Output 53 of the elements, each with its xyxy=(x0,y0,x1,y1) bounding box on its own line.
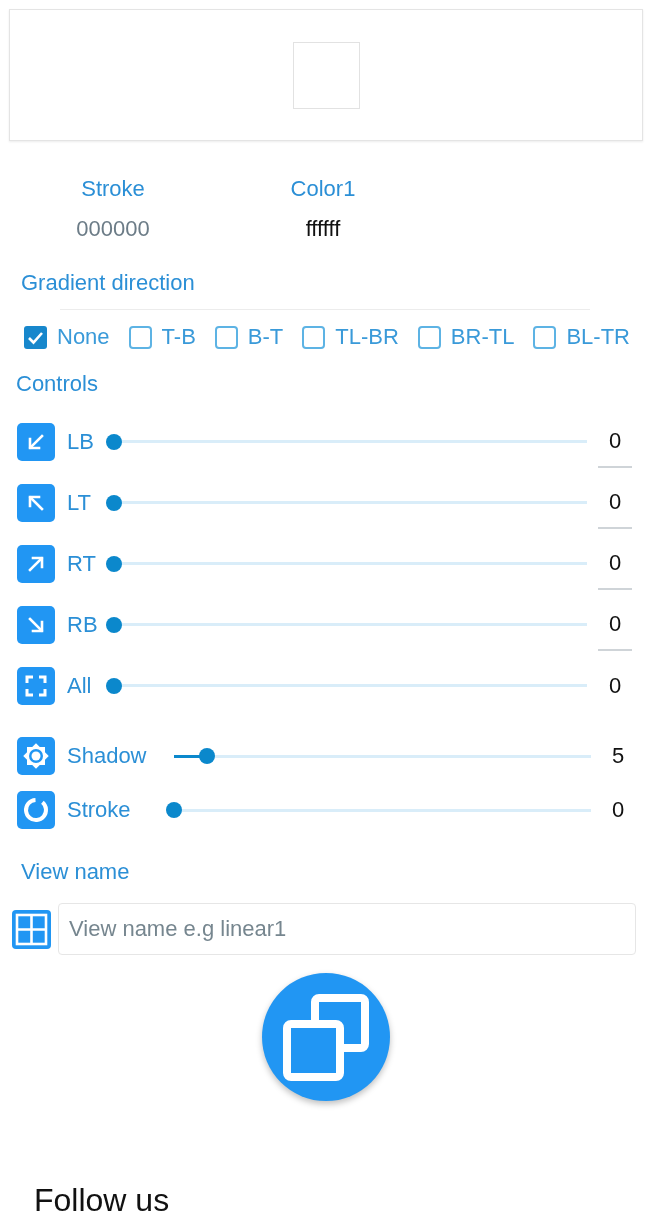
checkbox[interactable] xyxy=(302,325,326,349)
slider-label: All xyxy=(67,671,93,700)
arrow-up-left-icon xyxy=(17,483,55,522)
preview-swatch xyxy=(292,41,360,109)
slider-thumb[interactable] xyxy=(106,494,122,511)
value-text: 0 xyxy=(607,671,623,700)
option-label: TL-BR xyxy=(335,323,399,351)
checkbox[interactable] xyxy=(533,325,557,349)
value-field[interactable]: 0 xyxy=(598,537,632,590)
option-label: None xyxy=(57,323,110,351)
section-title: View name xyxy=(21,858,130,886)
value-text: 5 xyxy=(610,742,626,770)
slider-thumb[interactable] xyxy=(199,748,216,764)
ring-icon xyxy=(17,791,55,829)
checkbox[interactable] xyxy=(417,325,441,349)
footer-title: Follow us xyxy=(34,1181,170,1220)
section-title: Gradient direction xyxy=(21,269,195,297)
color-label: Stroke xyxy=(81,175,145,203)
slider-thumb[interactable] xyxy=(106,555,122,572)
color-field[interactable]: ffffff xyxy=(268,215,378,243)
sun-icon xyxy=(17,737,55,775)
slider-label: Shadow xyxy=(67,742,148,770)
value-field[interactable]: 0 xyxy=(598,598,632,651)
slider-thumb[interactable] xyxy=(106,616,122,633)
option-label: BL-TR xyxy=(566,323,630,351)
checkbox[interactable] xyxy=(214,325,238,349)
slider-label: RT xyxy=(67,549,97,578)
view-name-field[interactable]: View name e.g linear1 xyxy=(58,903,636,955)
corner-brackets-icon xyxy=(17,666,55,705)
overlapping-squares-icon xyxy=(283,993,369,1081)
slider-thumb[interactable] xyxy=(106,433,122,450)
color-field[interactable]: 000000 xyxy=(58,215,168,243)
slider-label: Stroke xyxy=(67,796,132,824)
value-field[interactable]: 0 xyxy=(598,415,632,468)
fab-button[interactable] xyxy=(262,973,390,1101)
section-title: Controls xyxy=(16,370,98,398)
slider-thumb[interactable] xyxy=(106,677,122,694)
option-label: BR-TL xyxy=(450,323,515,351)
arrow-up-right-icon xyxy=(17,544,55,583)
checkbox[interactable] xyxy=(24,325,47,349)
slider-label: LB xyxy=(67,427,95,456)
option-label: B-T xyxy=(247,323,284,351)
checkbox[interactable] xyxy=(128,325,152,349)
color-label: Color1 xyxy=(290,175,356,203)
arrow-down-right-icon xyxy=(17,605,55,644)
value-text: 0 xyxy=(610,796,626,824)
grid-icon xyxy=(12,909,51,949)
slider-thumb[interactable] xyxy=(166,802,182,818)
value-field[interactable]: 0 xyxy=(598,476,632,529)
option-label: T-B xyxy=(161,323,196,351)
slider-label: RB xyxy=(67,610,99,639)
arrow-down-left-icon xyxy=(17,422,55,461)
slider-label: LT xyxy=(67,488,93,517)
